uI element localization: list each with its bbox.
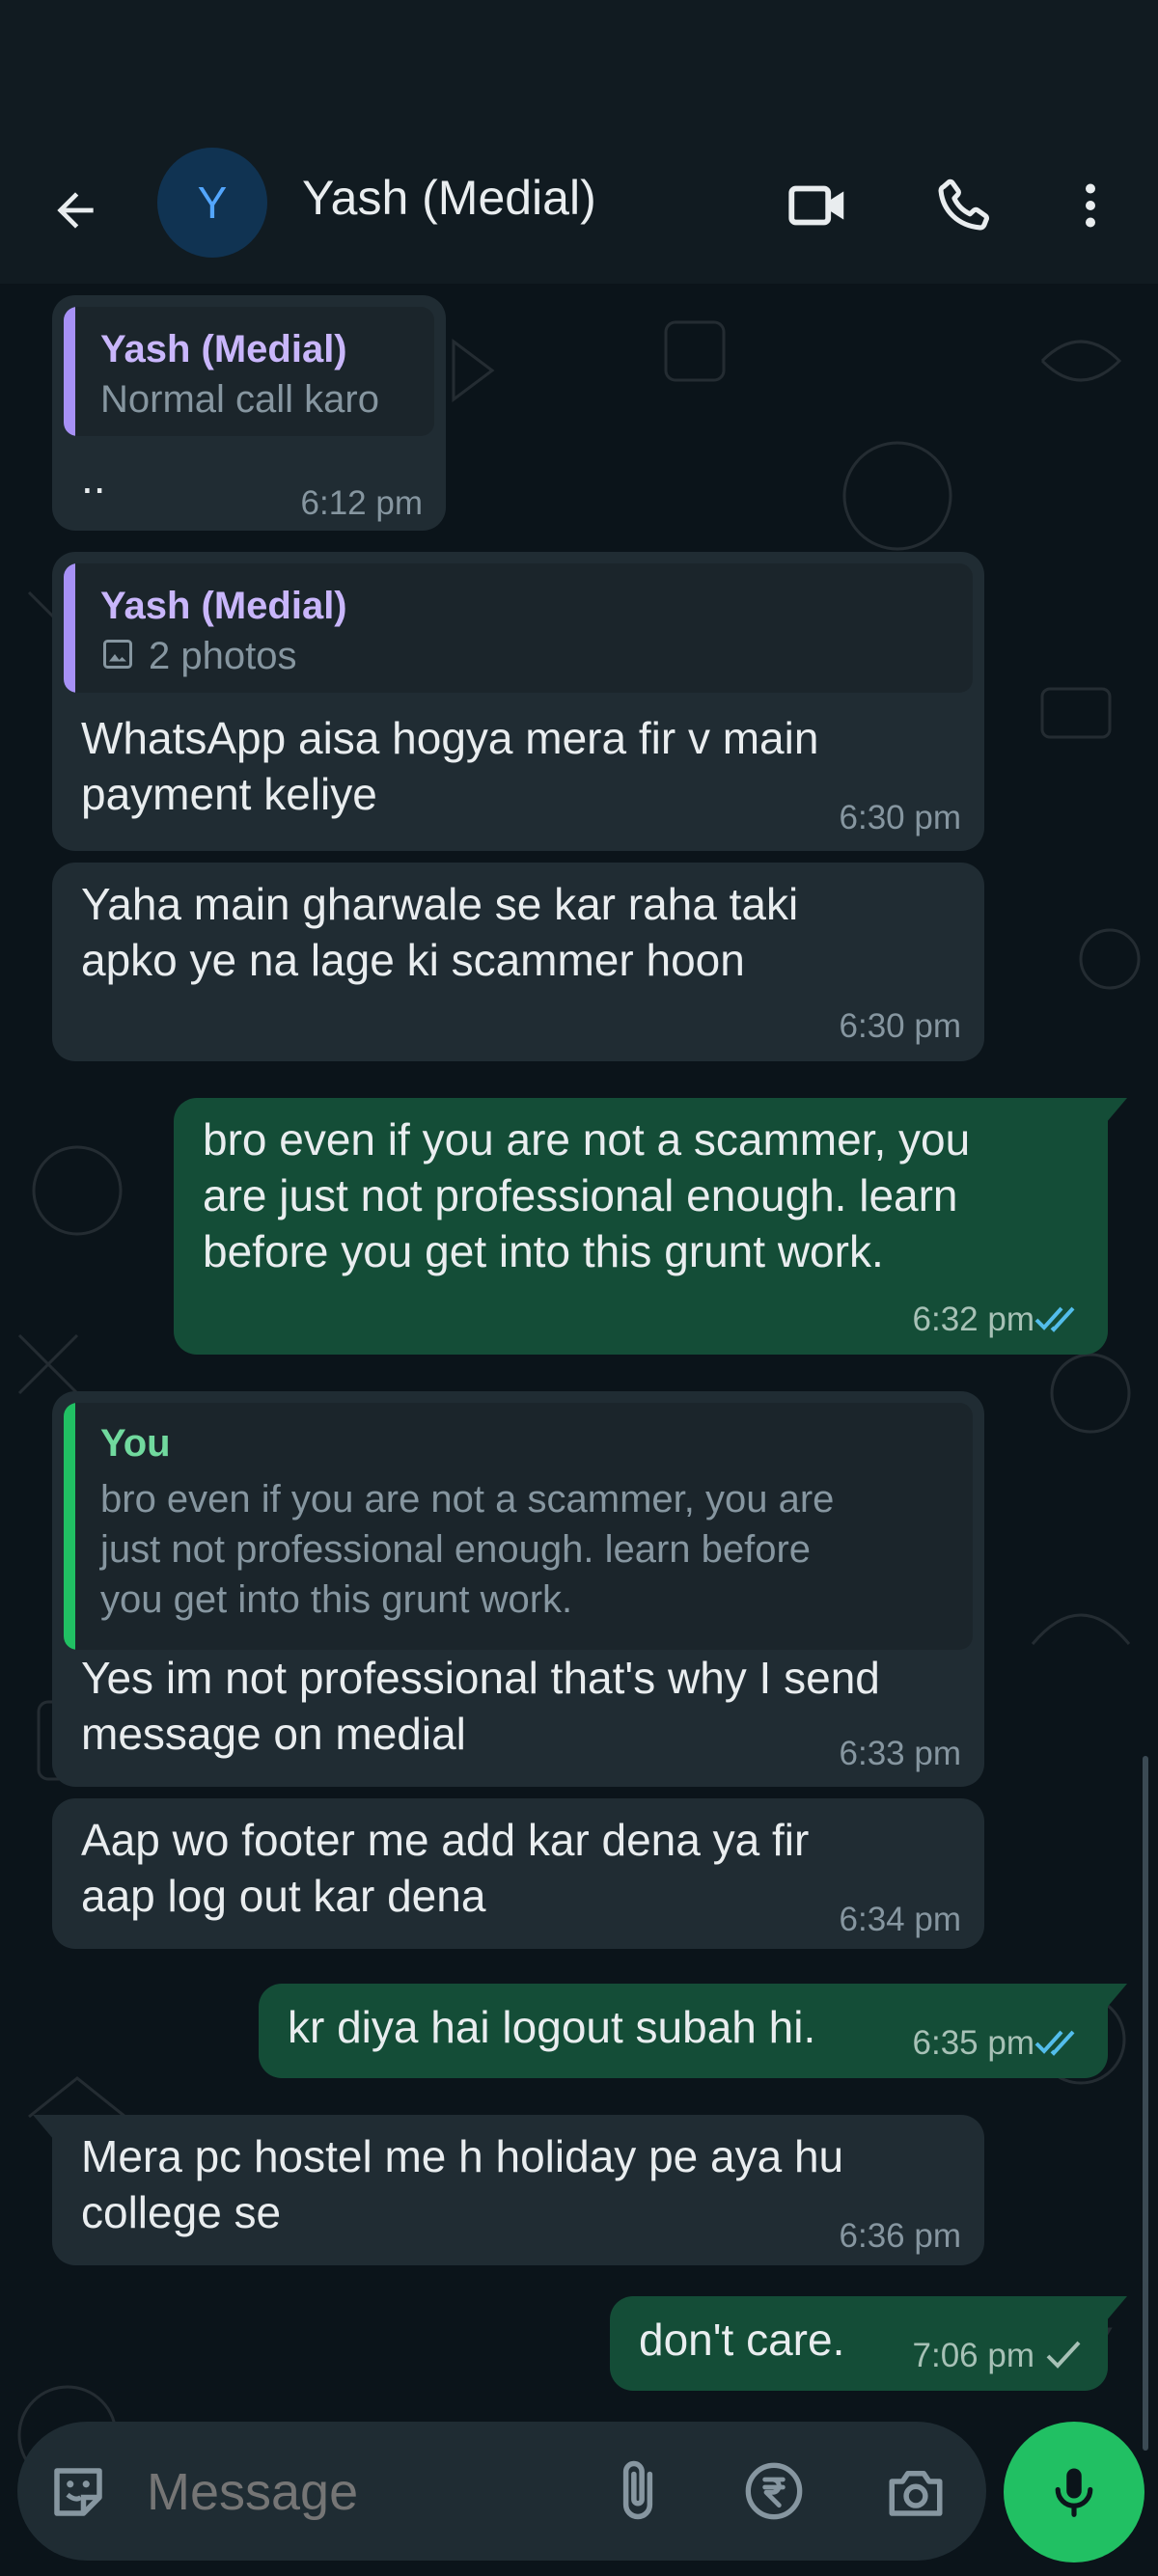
message-bubble-incoming[interactable]: Yash (Medial) 2 photos WhatsApp aisa hog… bbox=[52, 552, 984, 851]
message-bubble-incoming[interactable]: Yaha main gharwale se kar raha taki apko… bbox=[52, 863, 984, 1061]
quote-text: Normal call karo bbox=[100, 378, 379, 421]
video-call-icon[interactable] bbox=[775, 162, 862, 249]
message-text: .. bbox=[81, 452, 106, 503]
microphone-icon bbox=[1055, 2468, 1093, 2517]
chat-header: Y Yash (Medial) bbox=[0, 143, 1158, 284]
message-time: 7:06 pm bbox=[912, 2337, 1034, 2374]
single-check-sent-icon bbox=[1046, 2341, 1081, 2369]
bubble-tail bbox=[33, 2115, 54, 2140]
message-text-line: payment keliye bbox=[81, 769, 377, 819]
message-text-line: WhatsApp aisa hogya mera fir v main bbox=[81, 713, 819, 763]
bubble-tail bbox=[1106, 1098, 1127, 1123]
message-composer[interactable] bbox=[17, 2422, 986, 2561]
avatar[interactable]: Y bbox=[157, 148, 267, 258]
message-time: 6:36 pm bbox=[839, 2217, 961, 2255]
quote-accent-bar bbox=[64, 1403, 75, 1650]
quote-author: You bbox=[100, 1422, 171, 1465]
status-bar bbox=[0, 0, 1158, 143]
quote-author: Yash (Medial) bbox=[100, 585, 347, 627]
quote-text: 2 photos bbox=[149, 635, 297, 677]
quote-text-line: bro even if you are not a scammer, you a… bbox=[100, 1478, 835, 1521]
message-bubble-incoming[interactable]: Aap wo footer me add kar dena ya fir aap… bbox=[52, 1798, 984, 1949]
message-text-line: apko ye na lage ki scammer hoon bbox=[81, 935, 745, 985]
scrollbar-thumb[interactable] bbox=[1143, 1756, 1148, 2451]
message-text-line: Aap wo footer me add kar dena ya fir bbox=[81, 1815, 810, 1865]
more-vert-icon[interactable] bbox=[1047, 162, 1134, 249]
microphone-button[interactable] bbox=[1004, 2422, 1144, 2562]
message-bubble-incoming[interactable]: Mera pc hostel me h holiday pe aya hu co… bbox=[33, 2115, 984, 2265]
message-time: 6:30 pm bbox=[839, 1007, 961, 1045]
message-text: kr diya hai logout subah hi. bbox=[288, 2002, 816, 2052]
quote-accent-bar bbox=[64, 563, 75, 693]
camera-icon[interactable] bbox=[884, 2460, 948, 2529]
double-check-read-icon bbox=[1034, 1306, 1075, 1332]
message-text-line: before you get into this grunt work. bbox=[203, 1226, 884, 1276]
quoted-message[interactable]: Yash (Medial) 2 photos bbox=[64, 563, 973, 693]
contact-name[interactable]: Yash (Medial) bbox=[302, 170, 596, 226]
message-bubble-incoming[interactable]: You bro even if you are not a scammer, y… bbox=[52, 1391, 984, 1787]
message-time: 6:32 pm bbox=[912, 1301, 1034, 1338]
message-text-line: bro even if you are not a scammer, you bbox=[203, 1114, 971, 1165]
sticker-emoji-icon[interactable] bbox=[46, 2460, 110, 2529]
message-text-line: college se bbox=[81, 2187, 282, 2237]
photo-icon bbox=[100, 637, 135, 676]
quote-text-line: you get into this grunt work. bbox=[100, 1578, 573, 1621]
phone-icon[interactable] bbox=[920, 162, 1006, 249]
message-time: 6:33 pm bbox=[839, 1735, 961, 1772]
message-bubble-incoming[interactable]: Yash (Medial) Normal call karo .. 6:12 p… bbox=[52, 295, 446, 531]
back-arrow-icon[interactable] bbox=[37, 172, 114, 249]
message-time: 6:12 pm bbox=[300, 484, 423, 522]
message-text-line: Mera pc hostel me h holiday pe aya hu bbox=[81, 2131, 844, 2181]
quote-text-line: just not professional enough. learn befo… bbox=[100, 1528, 812, 1571]
bubble-tail bbox=[1106, 2296, 1127, 2321]
message-text-line: Yaha main gharwale se kar raha taki bbox=[81, 879, 799, 929]
quote-author: Yash (Medial) bbox=[100, 328, 347, 370]
message-text-line: aap log out kar dena bbox=[81, 1871, 486, 1921]
rupee-icon[interactable] bbox=[743, 2460, 805, 2527]
message-text-line: message on medial bbox=[81, 1709, 466, 1759]
quoted-message[interactable]: You bro even if you are not a scammer, y… bbox=[64, 1403, 973, 1650]
message-text-line: are just not professional enough. learn bbox=[203, 1170, 958, 1220]
message-time: 6:35 pm bbox=[912, 2024, 1034, 2062]
message-time: 6:30 pm bbox=[839, 799, 961, 836]
quote-accent-bar bbox=[64, 307, 75, 436]
message-bubble-outgoing[interactable]: kr diya hai logout subah hi. 6:35 pm bbox=[259, 1984, 1127, 2078]
message-time: 6:34 pm bbox=[839, 1901, 961, 1938]
paperclip-icon[interactable] bbox=[606, 2458, 670, 2527]
double-check-read-icon bbox=[1034, 2030, 1075, 2056]
message-input[interactable] bbox=[147, 2462, 591, 2522]
quoted-message[interactable]: Yash (Medial) Normal call karo bbox=[64, 307, 434, 436]
message-text-line: Yes im not professional that's why I sen… bbox=[81, 1653, 880, 1703]
message-text: don't care. bbox=[639, 2315, 845, 2365]
avatar-initial: Y bbox=[197, 178, 228, 228]
chat-area[interactable]: Yash (Medial) Normal call karo .. 6:12 p… bbox=[0, 284, 1158, 2576]
bubble-tail bbox=[1106, 1984, 1127, 2009]
message-bubble-outgoing[interactable]: bro even if you are not a scammer, you a… bbox=[174, 1098, 1127, 1355]
message-bubble-outgoing[interactable]: don't care. 7:06 pm bbox=[610, 2296, 1127, 2391]
